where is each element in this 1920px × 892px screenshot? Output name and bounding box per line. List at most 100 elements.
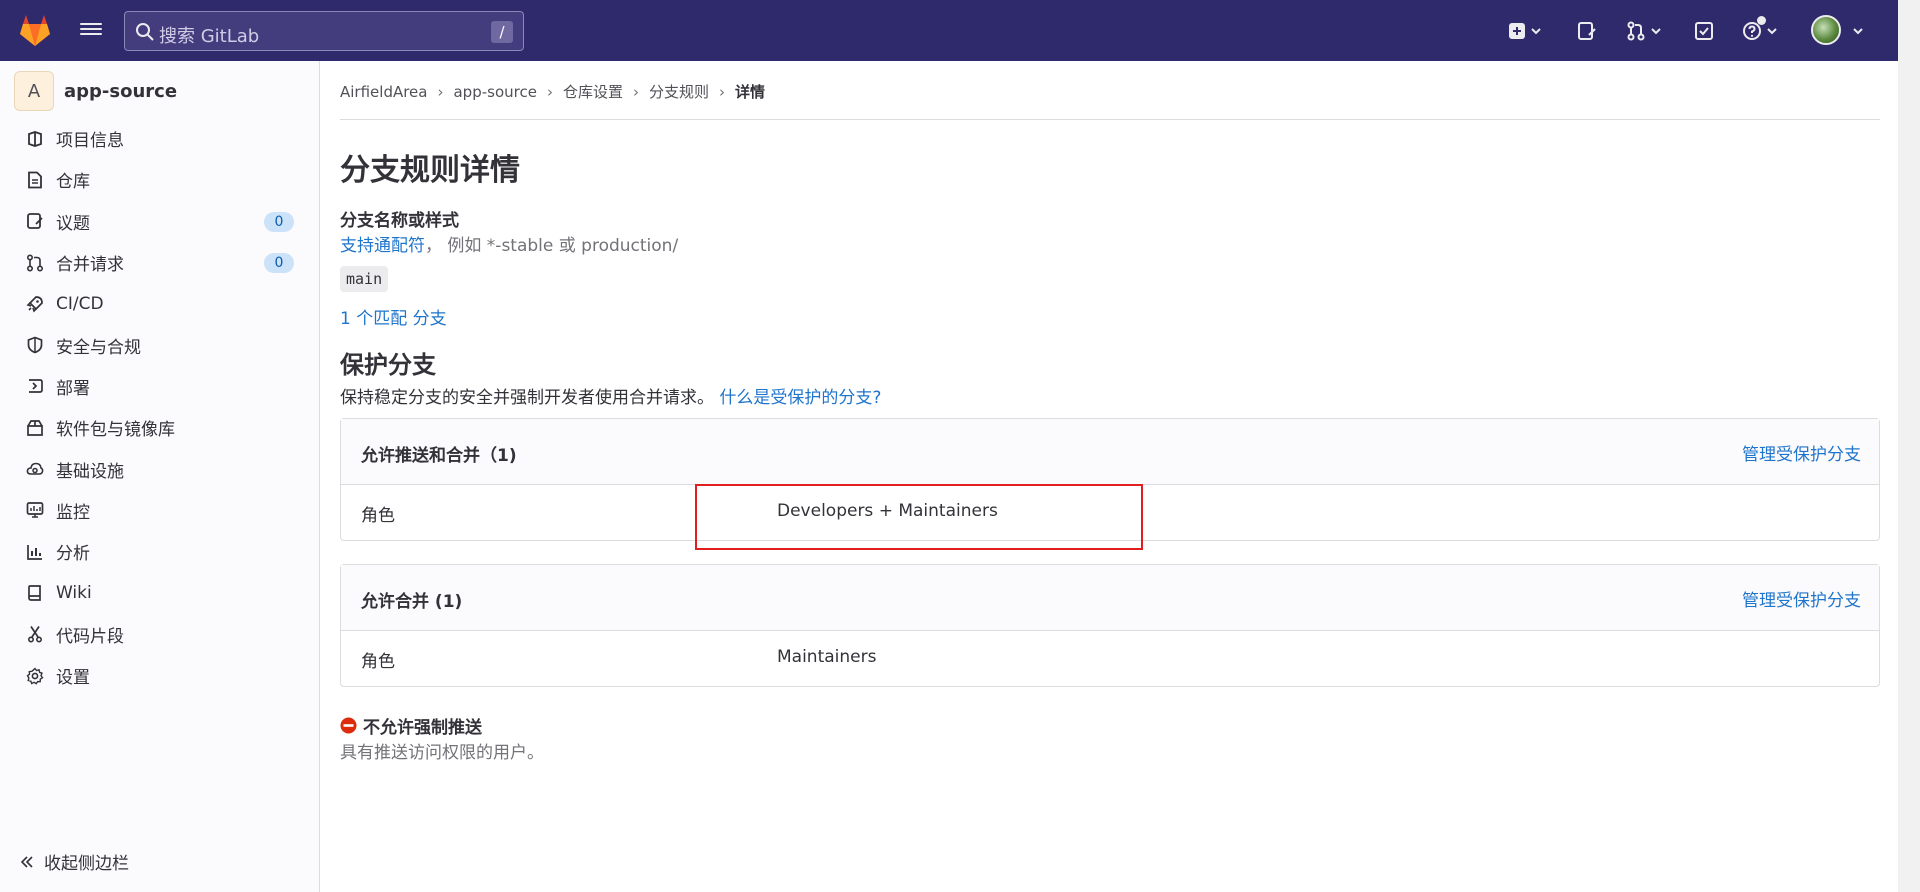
role-label: 角色 [361, 506, 395, 526]
notification-dot [1757, 16, 1766, 25]
branch-field-label: 分支名称或样式 [340, 211, 459, 231]
highlight-box [695, 484, 1143, 550]
search-shortcut-key: / [491, 21, 513, 43]
merge-requests-button[interactable] [1626, 20, 1662, 42]
sidebar-item-label: 合并请求 [56, 255, 124, 276]
sidebar-item-label: 仓库 [56, 172, 90, 193]
card-header: 允许合并 (1) 管理受保护分支 [341, 565, 1879, 631]
sidebar-item-project-info[interactable]: 项目信息 [0, 118, 320, 159]
chart-icon [24, 541, 46, 563]
breadcrumb-item[interactable]: AirfieldArea [340, 83, 427, 101]
protect-branch-desc: 保持稳定分支的安全并强制开发者使用合并请求。 什么是受保护的分支? [340, 383, 881, 408]
breadcrumb-item[interactable]: app-source [453, 83, 536, 101]
deploy-icon [24, 375, 46, 397]
todo-button[interactable] [1694, 20, 1714, 42]
card-title: 允许合并 (1) [361, 592, 463, 612]
user-menu-chevron[interactable] [1852, 20, 1864, 42]
new-item-button[interactable] [1508, 20, 1542, 42]
sidebar-item-label: 监控 [56, 502, 90, 523]
sidebar-item-label: 基础设施 [56, 461, 124, 482]
search-placeholder: 搜索 GitLab [159, 26, 260, 47]
book-icon [24, 582, 46, 604]
project-avatar: A [14, 71, 54, 111]
sidebar-item-cicd[interactable]: CI/CD [0, 283, 320, 324]
card-title: 允许推送和合并（1) [361, 446, 517, 466]
issues-icon [1578, 22, 1596, 40]
sidebar-item-wiki[interactable]: Wiki [0, 572, 320, 613]
role-value: Maintainers [777, 647, 877, 667]
chevron-down-icon [1853, 28, 1863, 35]
top-bar: 搜索 GitLab / [0, 0, 1898, 61]
sidebar-item-issues[interactable]: 议题 0 [0, 201, 320, 242]
breadcrumb-item[interactable]: 分支规则 [649, 81, 709, 102]
search-input[interactable]: 搜索 GitLab / [124, 11, 524, 51]
merge-request-icon [24, 252, 46, 274]
page-title: 分支规则详情 [340, 153, 520, 188]
breadcrumb-separator: › [632, 82, 639, 101]
sidebar-item-label: 代码片段 [56, 626, 124, 647]
gitlab-logo[interactable] [16, 12, 54, 48]
issues-button[interactable] [1577, 20, 1597, 42]
breadcrumb-current: 详情 [734, 83, 765, 101]
wildcard-link[interactable]: 支持通配符 [340, 236, 425, 256]
allowed-to-merge-card: 允许合并 (1) 管理受保护分支 角色 Maintainers [340, 564, 1880, 687]
sidebar-item-infrastructure[interactable]: 基础设施 [0, 448, 320, 489]
sidebar-item-deploy[interactable]: 部署 [0, 366, 320, 407]
sidebar-item-monitor[interactable]: 监控 [0, 490, 320, 531]
package-icon [24, 417, 46, 439]
sidebar-item-packages[interactable]: 软件包与镜像库 [0, 407, 320, 448]
role-label: 角色 [361, 652, 395, 672]
gear-icon [24, 665, 46, 687]
menu-icon[interactable] [80, 20, 102, 40]
chevron-down-icon [1651, 28, 1661, 35]
double-chevron-left-icon [20, 855, 34, 869]
breadcrumb-separator: › [718, 82, 725, 101]
sidebar-item-settings[interactable]: 设置 [0, 655, 320, 696]
sidebar-item-snippets[interactable]: 代码片段 [0, 614, 320, 655]
force-push-status: 不允许强制推送 [340, 713, 482, 738]
issues-icon [24, 210, 46, 232]
user-avatar[interactable] [1811, 15, 1841, 45]
todo-icon [1695, 22, 1713, 40]
branch-name-code: main [340, 266, 389, 292]
collapse-sidebar-label: 收起侧边栏 [44, 854, 129, 874]
sidebar-item-label: 软件包与镜像库 [56, 420, 175, 441]
card-row-role: 角色 Maintainers [341, 631, 1879, 686]
breadcrumb-separator: › [437, 82, 444, 101]
no-entry-icon [340, 717, 357, 734]
chevron-down-icon [1531, 28, 1541, 35]
sidebar-item-merge-requests[interactable]: 合并请求 0 [0, 242, 320, 283]
protect-branch-desc-text: 保持稳定分支的安全并强制开发者使用合并请求。 [340, 388, 714, 408]
sidebar-item-label: CI/CD [56, 293, 104, 314]
manage-protected-branches-link[interactable]: 管理受保护分支 [1742, 440, 1861, 465]
breadcrumb-separator: › [546, 82, 553, 101]
project-header[interactable]: A app-source [14, 71, 177, 111]
sidebar-item-security[interactable]: 安全与合规 [0, 324, 320, 365]
breadcrumb: AirfieldArea › app-source › 仓库设置 › 分支规则 … [340, 81, 765, 102]
merge-request-icon [1627, 21, 1645, 41]
sidebar-item-analytics[interactable]: 分析 [0, 531, 320, 572]
plus-square-icon [1509, 23, 1525, 39]
page-scrollbar[interactable] [1898, 0, 1920, 892]
wildcard-hint: 支持通配符， 例如 *-stable 或 production/ [340, 231, 678, 256]
issues-count-badge: 0 [264, 211, 294, 232]
sidebar-item-label: 部署 [56, 378, 90, 399]
rocket-icon [24, 293, 46, 315]
search-icon [136, 23, 154, 41]
sidebar: A app-source 项目信息 仓库 议题 0 合并请求 0 CI/CD 安… [0, 61, 320, 892]
allowed-to-push-card: 允许推送和合并（1) 管理受保护分支 角色 Developers + Maint… [340, 418, 1880, 550]
wildcard-example: ， 例如 *-stable 或 production/ [425, 236, 679, 256]
collapse-sidebar-button[interactable]: 收起侧边栏 [20, 849, 129, 874]
manage-protected-branches-link[interactable]: 管理受保护分支 [1742, 586, 1861, 611]
sidebar-item-repository[interactable]: 仓库 [0, 159, 320, 200]
sidebar-item-label: Wiki [56, 582, 92, 603]
protected-branch-help-link[interactable]: 什么是受保护的分支? [719, 388, 881, 408]
chevron-down-icon [1767, 28, 1777, 35]
sidebar-item-label: 安全与合规 [56, 337, 141, 358]
project-name: app-source [64, 80, 178, 102]
merge-requests-count-badge: 0 [264, 252, 294, 273]
sidebar-nav: 项目信息 仓库 议题 0 合并请求 0 CI/CD 安全与合规 部署 软件包与镜… [0, 118, 320, 696]
matching-branches-link[interactable]: 1 个匹配 分支 [340, 304, 447, 329]
breadcrumb-item[interactable]: 仓库设置 [563, 81, 623, 102]
protect-branch-title: 保护分支 [340, 351, 436, 379]
